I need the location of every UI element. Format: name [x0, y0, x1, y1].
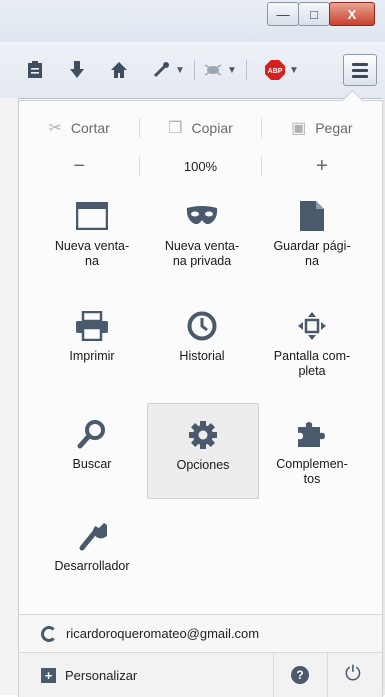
window-titlebar: — □ X [0, 0, 385, 42]
search-icon [37, 411, 147, 457]
sync-icon [41, 625, 57, 642]
close-button[interactable]: X [329, 2, 375, 26]
new-private-window-label: Nueva venta- na privada [164, 239, 240, 268]
mask-icon [147, 193, 257, 239]
new-private-window-button[interactable]: Nueva venta- na privada [147, 193, 257, 287]
copy-button[interactable]: ❐ Copiar [140, 111, 260, 145]
find-button[interactable]: Buscar [37, 411, 147, 505]
home-icon[interactable] [106, 57, 132, 83]
fullscreen-icon [257, 303, 367, 349]
paste-button[interactable]: ▣ Pegar [262, 111, 382, 145]
edit-controls: ✂ Cortar ❐ Copiar ▣ Pegar [19, 111, 382, 145]
new-window-button[interactable]: Nueva venta- na [37, 193, 147, 287]
hamburger-bar [352, 74, 368, 78]
new-window-label: Nueva venta- na [54, 239, 130, 268]
open-menu-button[interactable] [343, 54, 377, 86]
window-icon [37, 193, 147, 239]
print-label: Imprimir [69, 349, 115, 363]
power-icon[interactable]: ⏻ [345, 663, 361, 686]
toolbar-separator [194, 60, 195, 80]
minimize-button[interactable]: — [267, 2, 299, 26]
page-icon [257, 193, 367, 239]
copy-icon: ❐ [168, 120, 183, 137]
clipboard-icon[interactable] [22, 57, 48, 83]
main-menu-panel: ✂ Cortar ❐ Copiar ▣ Pegar − 100% + Nueva… [18, 89, 383, 697]
window-controls: — □ X [267, 2, 375, 26]
chevron-down-icon[interactable]: ▼ [224, 57, 238, 83]
bug-icon[interactable] [200, 57, 226, 83]
sync-account-row[interactable]: ricardoroqueromateo@gmail.com [19, 614, 382, 652]
chevron-down-icon[interactable]: ▼ [172, 57, 186, 83]
scissors-icon: ✂ [48, 120, 62, 137]
chevron-down-icon[interactable]: ▼ [286, 57, 300, 83]
divider [327, 653, 328, 697]
customize-icon: + [41, 667, 56, 683]
paste-label: Pegar [315, 120, 353, 136]
browser-toolbar: ▼ ▼ ABP ▼ [0, 42, 385, 99]
cut-label: Cortar [70, 120, 110, 136]
eyedropper-icon[interactable] [148, 57, 174, 83]
zoom-out-button[interactable]: − [19, 151, 139, 181]
maximize-button[interactable]: □ [298, 2, 330, 26]
copy-label: Copiar [191, 120, 233, 136]
zoom-controls: − 100% + [19, 151, 382, 181]
account-email: ricardoroqueromateo@gmail.com [66, 626, 260, 641]
fullscreen-label: Pantalla com- pleta [273, 349, 351, 378]
save-page-button[interactable]: Guardar pági- na [257, 193, 367, 287]
divider [273, 653, 274, 697]
options-button[interactable]: Opciones [147, 403, 259, 499]
wrench-icon [37, 513, 147, 559]
zoom-in-button[interactable]: + [262, 151, 382, 181]
gear-icon [148, 412, 258, 458]
customize-button[interactable]: Personalizar [65, 668, 137, 683]
svg-text:ABP: ABP [268, 68, 283, 75]
cut-button[interactable]: ✂ Cortar [19, 111, 139, 145]
developer-button[interactable]: Desarrollador [37, 513, 147, 607]
fullscreen-button[interactable]: Pantalla com- pleta [257, 303, 367, 397]
addons-label: Complemen- tos [276, 457, 348, 486]
page-content-edge [0, 98, 19, 695]
save-page-label: Guardar pági- na [273, 239, 351, 268]
adblock-icon[interactable]: ABP [262, 57, 288, 83]
download-icon[interactable] [64, 57, 90, 83]
puzzle-icon [257, 411, 367, 457]
zoom-reset-button[interactable]: 100% [140, 151, 260, 181]
toolbar-separator [246, 60, 247, 80]
clipboard-icon: ▣ [291, 120, 307, 137]
hamburger-bar [352, 62, 368, 66]
clock-icon [147, 303, 257, 349]
developer-label: Desarrollador [54, 559, 130, 573]
history-label: Historial [179, 349, 225, 363]
menu-footer: + Personalizar ? ⏻ [19, 652, 382, 697]
history-button[interactable]: Historial [147, 303, 257, 397]
printer-icon [37, 303, 147, 349]
hamburger-bar [352, 68, 368, 72]
print-button[interactable]: Imprimir [37, 303, 147, 397]
options-label: Opciones [176, 458, 230, 472]
help-button[interactable]: ? [291, 666, 309, 684]
addons-button[interactable]: Complemen- tos [257, 411, 367, 505]
find-label: Buscar [72, 457, 112, 471]
